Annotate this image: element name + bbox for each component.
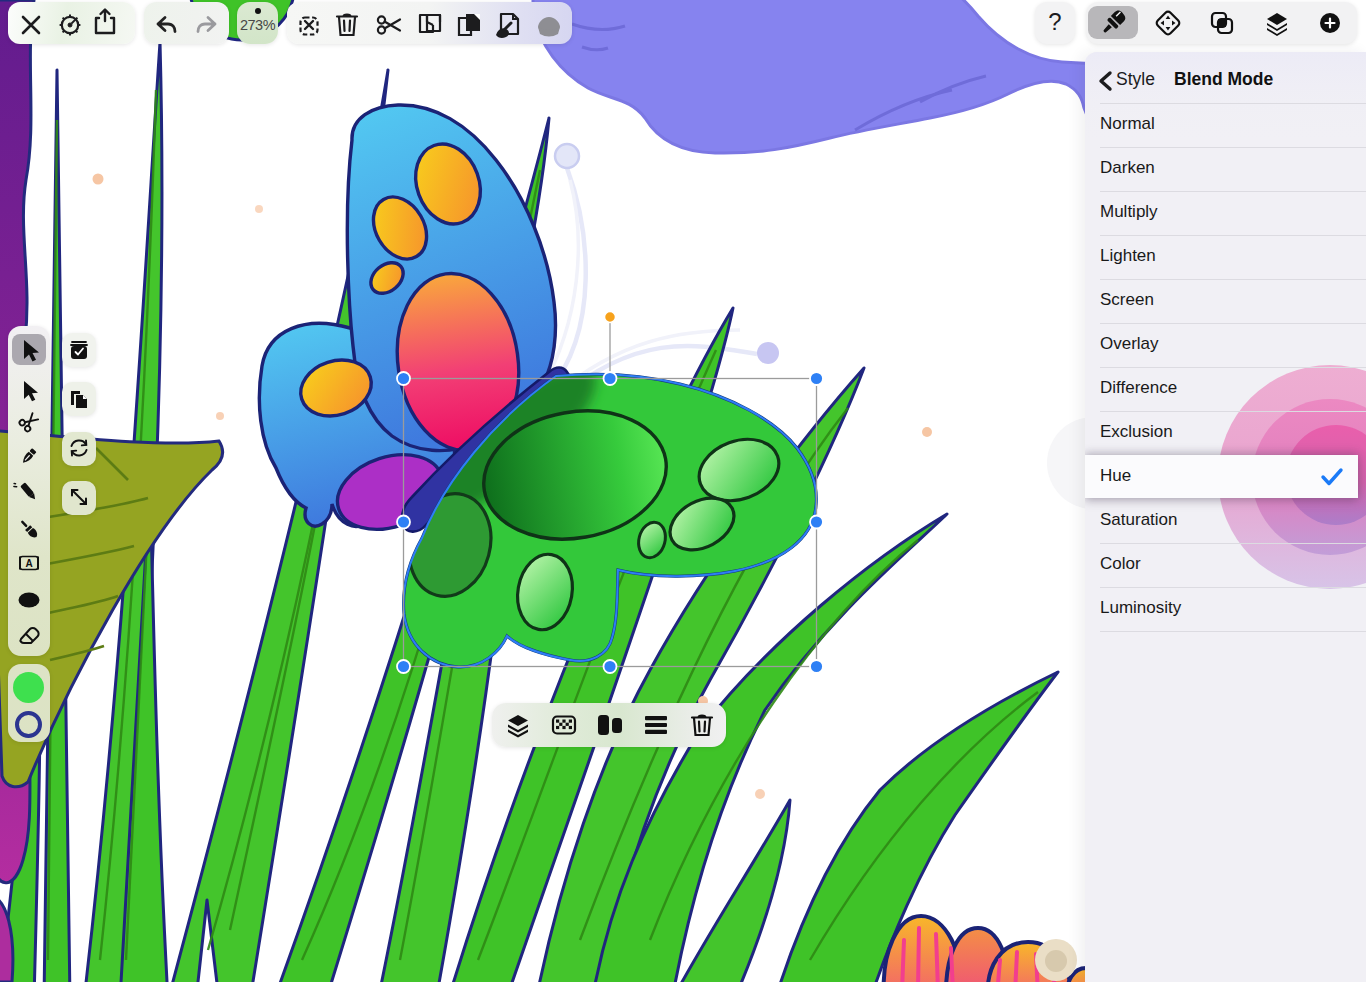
svg-text:A: A	[25, 558, 32, 569]
